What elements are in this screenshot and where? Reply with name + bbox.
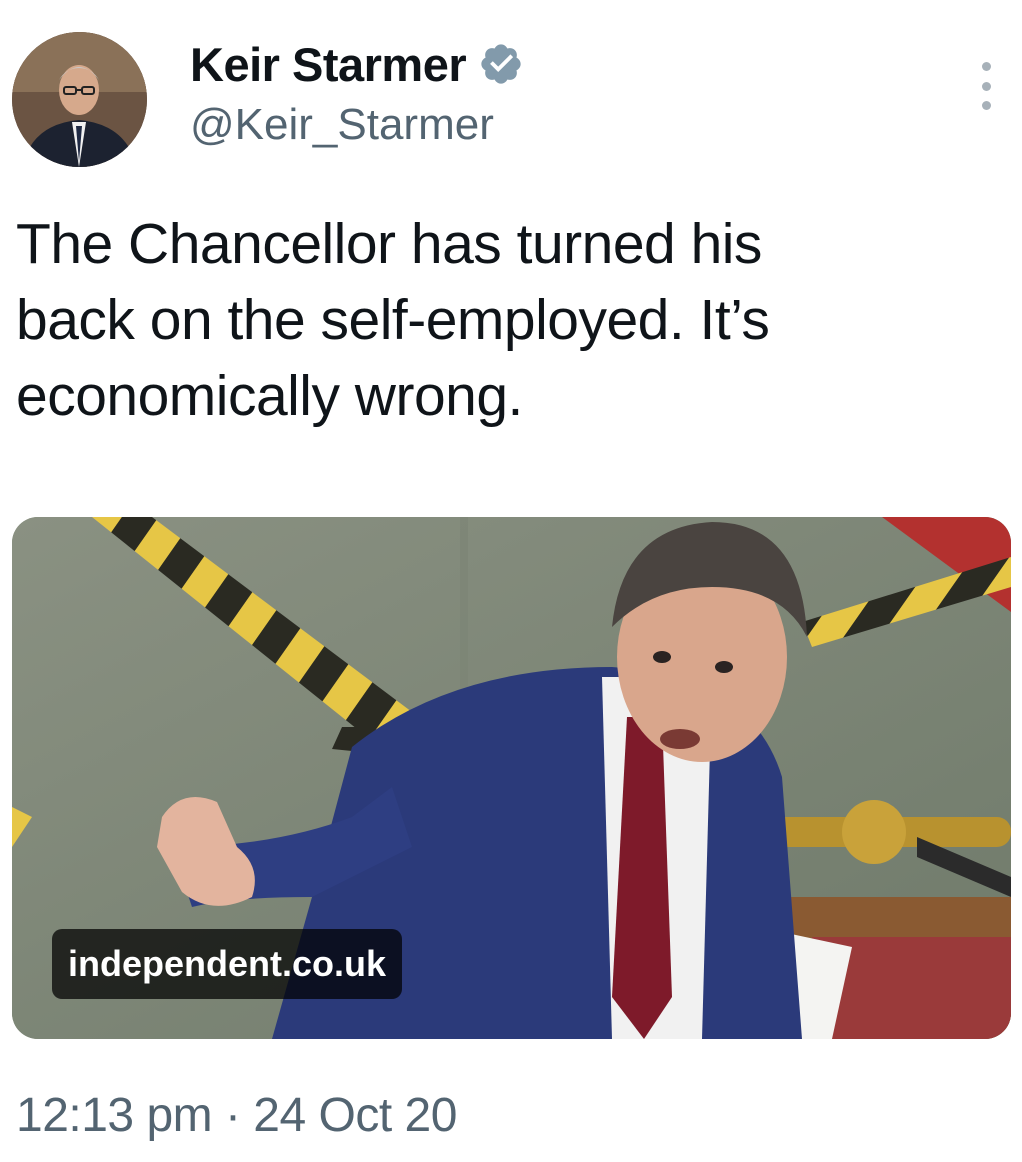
author-name-row: Keir Starmer [190, 34, 524, 94]
author-handle[interactable]: @Keir_Starmer [190, 100, 494, 150]
tweet-timestamp[interactable]: 12:13 pm · 24 Oct 20 [16, 1088, 457, 1143]
more-vertical-icon [981, 62, 991, 71]
more-vertical-icon-dot [981, 101, 991, 110]
tweet-text: The Chancellor has turned his back on th… [16, 212, 770, 428]
author-display-name[interactable]: Keir Starmer [190, 37, 467, 92]
link-preview-card[interactable]: independent.co.uk [12, 517, 1011, 1039]
avatar[interactable] [12, 32, 147, 167]
avatar-photo [12, 32, 147, 167]
verified-badge-icon[interactable] [478, 41, 524, 87]
more-vertical-icon-dot [981, 81, 991, 91]
link-domain-badge: independent.co.uk [52, 929, 403, 999]
more-options-button[interactable] [974, 62, 998, 110]
